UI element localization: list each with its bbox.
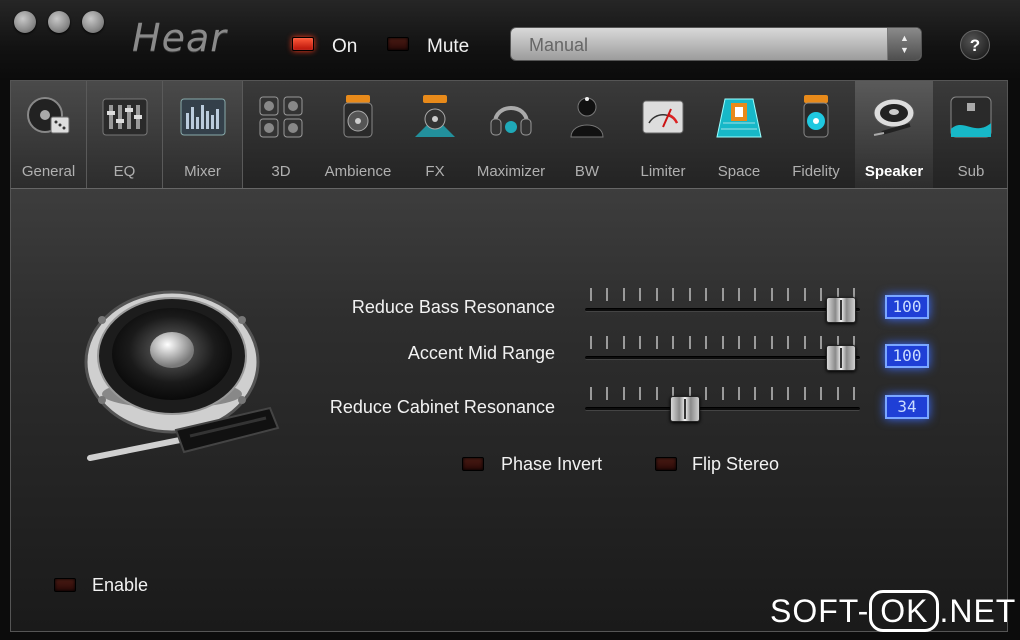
tab-mixer[interactable]: Mixer — [163, 81, 243, 189]
tab-label: 3D — [271, 163, 291, 180]
tab-sub[interactable]: Sub — [933, 81, 1009, 189]
tab-label: Space — [717, 163, 761, 180]
accent-mid-range-slider[interactable] — [585, 356, 860, 360]
flip-stereo-checkbox[interactable] — [655, 457, 677, 471]
tab-label: Speaker — [864, 163, 924, 180]
reduce-bass-resonance-label: Reduce Bass Resonance — [351, 297, 555, 317]
room-icon — [716, 98, 762, 138]
reduce-cabinet-resonance-slider-handle[interactable] — [669, 396, 700, 422]
tab-limiter[interactable]: Limiter — [625, 81, 701, 189]
tab-speaker[interactable]: Speaker — [855, 81, 933, 189]
preset-select[interactable]: Manual ▲ ▼ — [510, 27, 922, 61]
tab-label: General — [21, 163, 76, 180]
tab-maximizer[interactable]: Maximizer — [473, 81, 549, 189]
title-bar: Hear On Mute Manual ▲ ▼ ? — [0, 0, 1020, 80]
power-on-label: On — [332, 36, 358, 57]
phase-invert-checkbox[interactable] — [462, 457, 484, 471]
fidelity-speaker-icon — [803, 95, 829, 138]
chevron-down-icon[interactable]: ▼ — [900, 45, 909, 55]
accent-mid-range-value: 100 — [885, 344, 929, 368]
mute-label: Mute — [427, 36, 470, 57]
accent-mid-range-label: Accent Mid Range — [407, 343, 555, 363]
accent-mid-range-slider-handle[interactable] — [826, 345, 856, 371]
flip-stereo-label: Flip Stereo — [692, 454, 780, 474]
preset-stepper[interactable]: ▲ ▼ — [887, 28, 921, 60]
reduce-cabinet-resonance-value: 34 — [885, 395, 929, 419]
tab-fx[interactable]: FX — [397, 81, 473, 189]
enable-label: Enable — [92, 575, 149, 595]
reduce-cabinet-resonance-slider[interactable] — [585, 407, 860, 411]
phase-invert-label: Phase Invert — [501, 454, 603, 474]
mute-toggle[interactable] — [387, 37, 409, 51]
watermark: SOFT- OK .NET — [770, 590, 1016, 632]
watermark-left: SOFT- — [770, 593, 870, 629]
preset-value: Manual — [529, 35, 589, 55]
watermark-ok: OK — [869, 590, 940, 632]
reduce-cabinet-resonance-ticks — [590, 387, 855, 400]
surround-speakers-icon — [259, 96, 303, 138]
reduce-bass-resonance-ticks — [590, 288, 855, 301]
tab-label: Fidelity — [792, 163, 840, 180]
tab-label: BW — [574, 163, 600, 180]
accent-mid-range-ticks — [590, 336, 855, 349]
tab-label: Limiter — [640, 163, 686, 180]
subwoofer-icon — [950, 96, 992, 138]
tab-ambience[interactable]: Ambience — [319, 81, 397, 189]
tab-general[interactable]: General — [11, 81, 87, 189]
tab-bw[interactable]: BW — [549, 81, 625, 189]
reduce-bass-resonance-slider-handle[interactable] — [826, 297, 856, 323]
tab-label: Sub — [957, 163, 985, 180]
tab-label: FX — [425, 163, 445, 180]
tab-eq[interactable]: EQ — [87, 81, 163, 189]
help-button[interactable]: ? — [960, 30, 990, 60]
minimize-window-icon[interactable] — [48, 11, 70, 33]
module-tab-bar: General EQ Mixer 3D Ambience FX Maximize… — [10, 80, 1009, 189]
app-logo: Hear — [132, 16, 227, 60]
watermark-right: .NET — [939, 593, 1017, 629]
chevron-up-icon[interactable]: ▲ — [900, 33, 909, 43]
reduce-cabinet-resonance-label: Reduce Cabinet Resonance — [329, 397, 555, 417]
speaker-screwdriver-icon — [873, 98, 915, 136]
tab-label: Ambience — [324, 163, 392, 180]
tab-3d[interactable]: 3D — [243, 81, 319, 189]
person-icon — [570, 97, 604, 138]
enable-checkbox[interactable] — [54, 578, 76, 592]
tab-label: EQ — [113, 163, 136, 180]
fx-speaker-icon — [415, 95, 455, 137]
reduce-bass-resonance-slider[interactable] — [585, 308, 860, 312]
tab-label: Maximizer — [476, 163, 546, 180]
tab-space[interactable]: Space — [701, 81, 777, 189]
power-on-toggle[interactable] — [292, 37, 314, 51]
tab-label: Mixer — [184, 163, 221, 180]
hard-drive-icon — [26, 97, 69, 134]
equalizer-icon — [102, 98, 147, 136]
tab-fidelity[interactable]: Fidelity — [777, 81, 855, 189]
ambience-speaker-icon — [343, 95, 373, 138]
close-window-icon[interactable] — [14, 11, 36, 33]
zoom-window-icon[interactable] — [82, 11, 104, 33]
mixer-icon — [180, 98, 225, 136]
reduce-bass-resonance-value: 100 — [885, 295, 929, 319]
headphones-icon — [490, 106, 532, 136]
vu-meter-icon — [642, 100, 684, 134]
